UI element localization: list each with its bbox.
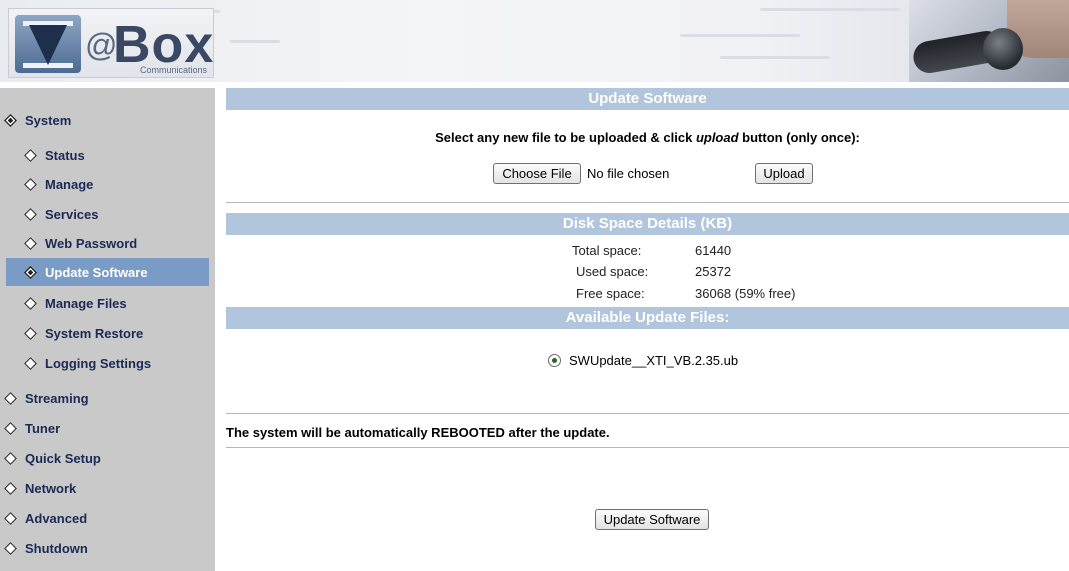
update-software-header: Update Software bbox=[226, 88, 1069, 110]
upload-instruction: Select any new file to be uploaded & cli… bbox=[226, 130, 1069, 145]
sidebar-item-network[interactable]: Network bbox=[4, 474, 216, 502]
header-photo bbox=[909, 0, 1069, 82]
sidebar-item-label: Manage Files bbox=[45, 295, 127, 311]
sidebar-item-label: Services bbox=[45, 206, 99, 222]
sidebar-item-label: Quick Setup bbox=[25, 450, 101, 466]
sidebar: System Status Manage Services Web Passwo… bbox=[0, 88, 215, 571]
diamond-icon bbox=[4, 481, 17, 495]
total-space-value: 61440 bbox=[695, 243, 732, 258]
diamond-icon bbox=[24, 177, 37, 191]
sidebar-item-advanced[interactable]: Advanced bbox=[4, 504, 216, 532]
sidebar-item-tuner[interactable]: Tuner bbox=[4, 414, 216, 442]
decorative-stripe bbox=[720, 56, 830, 59]
logo-v-icon bbox=[15, 15, 81, 73]
sidebar-item-label: Logging Settings bbox=[45, 355, 152, 371]
choose-file-button[interactable]: Choose File bbox=[493, 163, 581, 184]
update-file-option[interactable]: SWUpdate__XTI_VB.2.35.ub bbox=[548, 353, 738, 368]
diamond-icon bbox=[4, 421, 17, 435]
free-space-value: 36068 (59% free) bbox=[695, 286, 796, 301]
diamond-icon bbox=[24, 326, 37, 340]
diamond-icon bbox=[24, 148, 37, 162]
divider bbox=[226, 202, 1069, 203]
header-banner: @ Box Communications bbox=[0, 0, 1069, 82]
sidebar-item-label: Tuner bbox=[25, 420, 61, 436]
decorative-stripe bbox=[230, 40, 280, 43]
sidebar-item-label: Update Software bbox=[45, 264, 148, 280]
sidebar-item-status[interactable]: Status bbox=[24, 141, 236, 169]
sidebar-item-manage-files[interactable]: Manage Files bbox=[24, 289, 236, 317]
diamond-icon bbox=[24, 296, 37, 310]
sidebar-item-label: System Restore bbox=[45, 325, 144, 341]
sidebar-item-services[interactable]: Services bbox=[24, 200, 236, 228]
diamond-filled-icon bbox=[24, 265, 37, 279]
diamond-icon bbox=[4, 391, 17, 405]
sidebar-item-shutdown[interactable]: Shutdown bbox=[4, 534, 216, 562]
logo-subtitle: Communications bbox=[139, 65, 207, 75]
instruction-text-end: button (only once): bbox=[738, 130, 860, 145]
sidebar-item-label: Streaming bbox=[25, 390, 89, 406]
reboot-notice: The system will be automatically REBOOTE… bbox=[226, 425, 610, 440]
diamond-icon bbox=[24, 236, 37, 250]
diamond-icon bbox=[4, 451, 17, 465]
total-space-label: Total space: bbox=[572, 243, 642, 258]
available-files-header: Available Update Files: bbox=[226, 307, 1069, 329]
instruction-text: Select any new file to be uploaded & cli… bbox=[435, 130, 696, 145]
radio-selected-dot bbox=[552, 358, 557, 363]
sidebar-item-label: Advanced bbox=[25, 510, 88, 526]
decorative-stripe bbox=[680, 34, 800, 37]
sidebar-item-label: System bbox=[25, 112, 72, 128]
sidebar-item-label: Manage bbox=[45, 176, 94, 192]
sidebar-item-web-password[interactable]: Web Password bbox=[24, 229, 236, 257]
diamond-icon bbox=[4, 511, 17, 525]
diamond-filled-icon bbox=[4, 113, 17, 127]
divider bbox=[226, 413, 1069, 414]
free-space-label: Free space: bbox=[576, 286, 645, 301]
disk-space-header: Disk Space Details (KB) bbox=[226, 213, 1069, 235]
no-file-chosen-text: No file chosen bbox=[587, 166, 670, 181]
diamond-icon bbox=[24, 207, 37, 221]
sidebar-item-manage[interactable]: Manage bbox=[24, 170, 236, 198]
sidebar-item-logging-settings[interactable]: Logging Settings bbox=[24, 349, 236, 377]
used-space-label: Used space: bbox=[576, 264, 649, 279]
sidebar-item-label: Shutdown bbox=[25, 540, 88, 556]
diamond-icon bbox=[24, 356, 37, 370]
sidebar-item-label: Web Password bbox=[45, 235, 138, 251]
logo[interactable]: @ Box Communications bbox=[8, 8, 214, 78]
decorative-stripe bbox=[760, 8, 900, 11]
instruction-emphasis: upload bbox=[695, 130, 739, 145]
divider bbox=[226, 447, 1069, 448]
sidebar-item-system[interactable]: System bbox=[4, 106, 216, 134]
upload-button[interactable]: Upload bbox=[755, 163, 813, 184]
sidebar-item-update-software[interactable]: Update Software bbox=[6, 258, 209, 286]
used-space-value: 25372 bbox=[695, 264, 732, 279]
sidebar-item-system-restore[interactable]: System Restore bbox=[24, 319, 236, 347]
sidebar-item-label: Status bbox=[45, 147, 85, 163]
sidebar-item-label: Network bbox=[25, 480, 77, 496]
update-file-name: SWUpdate__XTI_VB.2.35.ub bbox=[569, 353, 739, 368]
sidebar-item-quick-setup[interactable]: Quick Setup bbox=[4, 444, 216, 472]
radio-button[interactable] bbox=[548, 354, 561, 367]
update-software-button[interactable]: Update Software bbox=[595, 509, 709, 530]
diamond-icon bbox=[4, 541, 17, 555]
sidebar-item-streaming[interactable]: Streaming bbox=[4, 384, 216, 412]
